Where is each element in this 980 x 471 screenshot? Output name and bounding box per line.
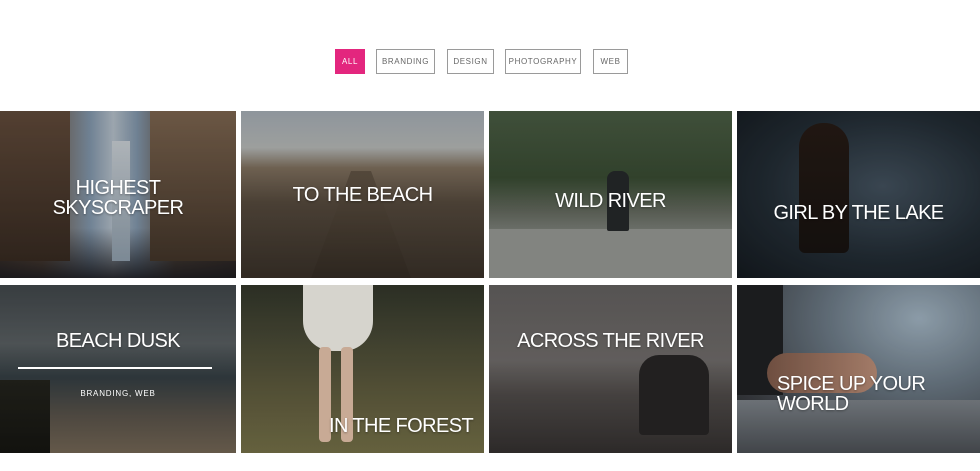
portfolio-item-spice-up-your-world[interactable]: SPICE UP YOUR WORLD — [737, 285, 980, 453]
portfolio-item-title: SPICE UP YOUR WORLD — [777, 373, 926, 415]
image-overlay — [489, 285, 732, 453]
image-overlay — [737, 111, 980, 278]
portfolio-item-wild-river[interactable]: WILD RIVER — [489, 111, 732, 278]
portfolio-item-title: GIRL BY THE LAKE — [773, 202, 944, 224]
filter-all-button[interactable]: All — [335, 49, 365, 74]
portfolio-item-across-the-river[interactable]: ACROSS THE RIVER — [489, 285, 732, 453]
portfolio-item-girl-by-the-lake[interactable]: GIRL BY THE LAKE — [737, 111, 980, 278]
portfolio-item-to-the-beach[interactable]: TO THE BEACH — [241, 111, 484, 278]
portfolio-item-title: WILD RIVER — [555, 190, 666, 212]
portfolio-item-in-the-forest[interactable]: IN THE FOREST — [241, 285, 484, 453]
image-overlay — [0, 285, 236, 453]
filter-design-button[interactable]: Design — [447, 49, 494, 74]
portfolio-grid: HIGHEST SKYSCRAPER TO THE BEACH WILD RIV… — [0, 111, 980, 453]
portfolio-item-title: BEACH DUSK — [55, 330, 181, 352]
filter-branding-button[interactable]: Branding — [376, 49, 435, 74]
filter-photography-button[interactable]: Photography — [505, 49, 581, 74]
portfolio-filter-bar: All Branding Design Photography Web — [0, 49, 980, 74]
portfolio-item-categories: BRANDING, WEB — [80, 389, 156, 398]
portfolio-item-title: TO THE BEACH — [292, 184, 433, 206]
title-divider — [18, 367, 212, 369]
portfolio-item-title: HIGHEST SKYSCRAPER — [52, 177, 184, 219]
portfolio-item-title: IN THE FOREST — [329, 415, 474, 437]
portfolio-item-highest-skyscraper[interactable]: HIGHEST SKYSCRAPER — [0, 111, 236, 278]
image-overlay — [737, 285, 980, 453]
portfolio-item-title: ACROSS THE RIVER — [517, 330, 704, 352]
filter-web-button[interactable]: Web — [593, 49, 628, 74]
portfolio-item-beach-dusk[interactable]: BEACH DUSK BRANDING, WEB — [0, 285, 236, 453]
